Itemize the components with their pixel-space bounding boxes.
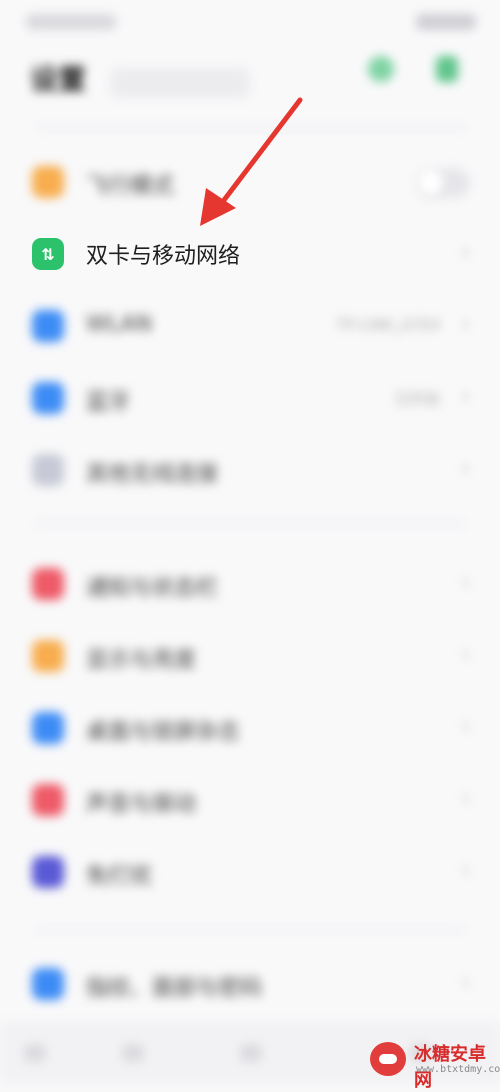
nav-icon[interactable] (240, 1044, 262, 1062)
settings-row-label: 双卡与移动网络 (86, 244, 241, 269)
wifi-icon (32, 310, 64, 342)
settings-row-wlan[interactable]: WLAN TP-LINK_A7E4 › (0, 290, 500, 362)
settings-row-notifications[interactable]: 通知与状态栏 › (0, 548, 500, 620)
link-icon (32, 454, 64, 486)
chevron-right-icon: › (461, 384, 470, 409)
settings-row-label: 显示与亮度 (86, 648, 197, 673)
settings-row-other-wireless[interactable]: 其他无线连接 › (0, 434, 500, 506)
moon-icon (32, 856, 64, 888)
chevron-right-icon: › (461, 570, 470, 595)
watermark: 冰糖安卓网 www.btxtdmy.com (360, 1038, 500, 1091)
settings-row-label: 蓝牙 (86, 390, 131, 415)
status-time (26, 14, 116, 30)
chevron-right-icon: › (461, 240, 470, 265)
speaker-icon (32, 784, 64, 816)
settings-row-sound[interactable]: 声音与振动 › (0, 764, 500, 836)
header: 设置 (0, 46, 500, 106)
chevron-right-icon: › (461, 858, 470, 883)
settings-row-label: 通知与状态栏 (86, 576, 219, 601)
page-title: 设置 (30, 63, 87, 96)
settings-row-label: 桌面与锁屏杂志 (86, 720, 241, 745)
settings-row-dual-sim[interactable]: ⇅ 双卡与移动网络 › (0, 218, 500, 290)
chevron-right-icon: › (461, 642, 470, 667)
settings-row-desktop[interactable]: 桌面与锁屏杂志 › (0, 692, 500, 764)
chevron-right-icon: › (461, 456, 470, 481)
settings-row-display[interactable]: 显示与亮度 › (0, 620, 500, 692)
fingerprint-icon (32, 968, 64, 1000)
settings-row-fingerprint[interactable]: 指纹、面部与密码 › (0, 948, 500, 1020)
chevron-right-icon: › (461, 786, 470, 811)
settings-row-value: 已开启 (394, 390, 440, 408)
bluetooth-icon (32, 382, 64, 414)
watermark-logo-icon (370, 1042, 406, 1076)
settings-row-label: 免打扰 (86, 864, 153, 889)
bell-icon (32, 568, 64, 600)
toggle-knob (418, 170, 444, 196)
divider (36, 928, 466, 931)
settings-row-dnd[interactable]: 免打扰 › (0, 836, 500, 908)
settings-row-value: TP-LINK_A7E4 (336, 316, 440, 334)
header-subtitle-placeholder (110, 68, 250, 98)
status-bar (0, 0, 500, 44)
status-battery-icon (416, 14, 476, 30)
nav-icon[interactable] (24, 1044, 46, 1062)
divider (36, 522, 466, 525)
settings-row-airplane[interactable]: 飞行模式 (0, 146, 500, 218)
nav-icon[interactable] (122, 1044, 144, 1062)
settings-row-label: WLAN (86, 312, 153, 337)
chevron-right-icon: › (461, 714, 470, 739)
settings-row-label: 指纹、面部与密码 (86, 976, 263, 1001)
settings-row-label: 其他无线连接 (86, 462, 219, 487)
desktop-icon (32, 712, 64, 744)
settings-row-label: 声音与振动 (86, 792, 197, 817)
sim-arrows-icon: ⇅ (32, 238, 64, 270)
chevron-right-icon: › (461, 312, 470, 337)
chevron-right-icon: › (461, 970, 470, 995)
airplane-icon (32, 166, 64, 198)
sun-icon (32, 640, 64, 672)
airplane-toggle[interactable] (416, 168, 470, 198)
settings-row-label: 飞行模式 (86, 174, 175, 199)
watermark-url: www.btxtdmy.com (416, 1064, 500, 1075)
divider (36, 126, 466, 129)
settings-row-bluetooth[interactable]: 蓝牙 已开启 › (0, 362, 500, 434)
